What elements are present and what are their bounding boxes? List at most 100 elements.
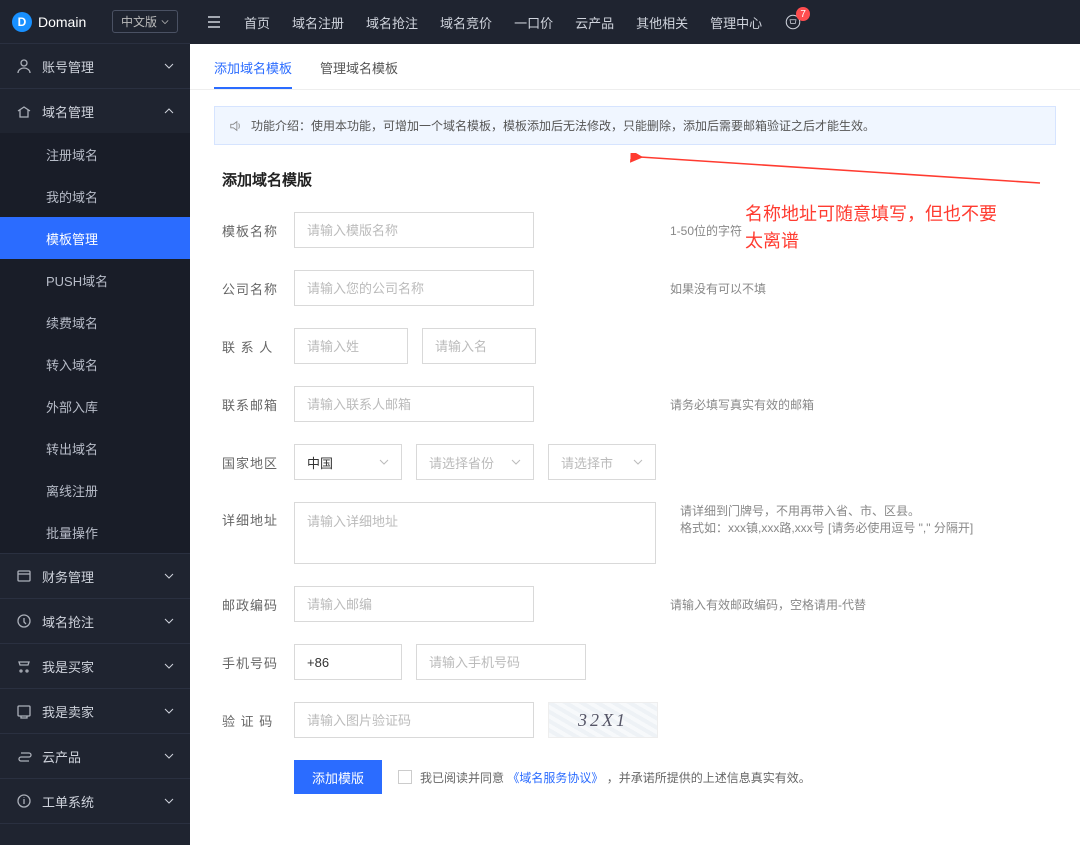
sidebar-group-1[interactable]: 域名管理 <box>0 89 190 133</box>
sidebar-group-label: 工单系统 <box>42 792 94 811</box>
topnav-home[interactable]: 首页 <box>244 13 270 32</box>
sidebar-group-icon <box>16 748 32 764</box>
sidebar-group-label: 域名管理 <box>42 102 94 121</box>
sidebar-group-icon <box>16 103 32 119</box>
chevron-down-icon <box>161 18 169 26</box>
topnav-cloud[interactable]: 云产品 <box>575 13 614 32</box>
sidebar-group-icon <box>16 613 32 629</box>
select-city[interactable]: 请选择市 <box>548 444 656 480</box>
topnav-other[interactable]: 其他相关 <box>636 13 688 32</box>
sidebar-item-2[interactable]: 模板管理 <box>0 217 190 259</box>
agreement: 我已阅读并同意 《域名服务协议》 ，并承诺所提供的上述信息真实有效。 <box>398 769 811 786</box>
notice-banner: 功能介绍：使用本功能，可增加一个域名模板，模板添加后无法修改，只能删除，添加后需… <box>214 106 1056 145</box>
tab-manage-template[interactable]: 管理域名模板 <box>320 58 398 89</box>
topnav-auction[interactable]: 域名竞价 <box>440 13 492 32</box>
sidebar-group-2[interactable]: 财务管理 <box>0 554 190 598</box>
chevron-down-icon <box>164 796 174 806</box>
brand-bar: D Domain 中文版 <box>0 0 190 44</box>
label-company: 公司名称 <box>222 279 294 298</box>
input-captcha[interactable] <box>294 702 534 738</box>
submit-button[interactable]: 添加模版 <box>294 760 382 794</box>
label-address: 详细地址 <box>222 502 294 529</box>
hint-postcode: 请输入有效邮政编码，空格请用-代替 <box>670 596 1048 613</box>
sidebar-group-label: 我是卖家 <box>42 702 94 721</box>
sidebar-group-label: 我是买家 <box>42 657 94 676</box>
content: 添加域名模板 管理域名模板 功能介绍：使用本功能，可增加一个域名模板，模板添加后… <box>190 44 1080 845</box>
sidebar-group-0[interactable]: 账号管理 <box>0 44 190 88</box>
chevron-down-icon <box>164 706 174 716</box>
sidebar-group-label: 云产品 <box>42 747 81 766</box>
notice-text: 功能介绍：使用本功能，可增加一个域名模板，模板添加后无法修改，只能删除，添加后需… <box>251 117 875 134</box>
chevron-down-icon <box>633 457 643 467</box>
topnav-register[interactable]: 域名注册 <box>292 13 344 32</box>
topnav-fixed[interactable]: 一口价 <box>514 13 553 32</box>
sidebar-item-8[interactable]: 离线注册 <box>0 469 190 511</box>
label-phone: 手机号码 <box>222 653 294 672</box>
sidebar-item-5[interactable]: 转入域名 <box>0 343 190 385</box>
brand-name: Domain <box>38 14 86 30</box>
sidebar-group-7[interactable]: 工单系统 <box>0 779 190 823</box>
tabs: 添加域名模板 管理域名模板 <box>190 44 1080 90</box>
label-captcha: 验 证 码 <box>222 711 294 730</box>
sidebar-item-3[interactable]: PUSH域名 <box>0 259 190 301</box>
sidebar-group-icon <box>16 58 32 74</box>
cart-button[interactable]: 7 <box>784 13 802 31</box>
sidebar-item-9[interactable]: 批量操作 <box>0 511 190 553</box>
topnav-snatch[interactable]: 域名抢注 <box>366 13 418 32</box>
form: 名称地址可随意填写，但也不要 太离谱 添加域名模版 模板名称 1-50位的字符 … <box>190 145 1080 834</box>
input-company[interactable] <box>294 270 534 306</box>
language-selector[interactable]: 中文版 <box>112 10 178 33</box>
hint-email: 请务必填写真实有效的邮箱 <box>670 396 1048 413</box>
captcha-image[interactable]: 32X1 <box>548 702 658 738</box>
input-postcode[interactable] <box>294 586 534 622</box>
input-address[interactable] <box>294 502 656 564</box>
sidebar-item-0[interactable]: 注册域名 <box>0 133 190 175</box>
select-province[interactable]: 请选择省份 <box>416 444 534 480</box>
sidebar-group-5[interactable]: 我是卖家 <box>0 689 190 733</box>
menu-toggle-icon[interactable] <box>206 14 222 30</box>
chevron-down-icon <box>164 61 174 71</box>
sidebar-group-3[interactable]: 域名抢注 <box>0 599 190 643</box>
sidebar-item-7[interactable]: 转出域名 <box>0 427 190 469</box>
chevron-down-icon <box>164 661 174 671</box>
input-firstname[interactable] <box>422 328 536 364</box>
sidebar-group-6[interactable]: 云产品 <box>0 734 190 778</box>
sidebar-group-icon <box>16 793 32 809</box>
input-phone[interactable] <box>416 644 586 680</box>
sidebar-item-1[interactable]: 我的域名 <box>0 175 190 217</box>
chevron-up-icon <box>164 106 174 116</box>
input-email[interactable] <box>294 386 534 422</box>
sidebar-group-icon <box>16 658 32 674</box>
agreement-pre: 我已阅读并同意 <box>420 771 504 785</box>
label-email: 联系邮箱 <box>222 395 294 414</box>
sidebar-item-6[interactable]: 外部入库 <box>0 385 190 427</box>
sidebar-item-4[interactable]: 续费域名 <box>0 301 190 343</box>
input-template-name[interactable] <box>294 212 534 248</box>
agreement-link[interactable]: 《域名服务协议》 <box>507 771 603 785</box>
speaker-icon <box>229 119 243 133</box>
agreement-checkbox[interactable] <box>398 770 412 784</box>
brand-logo: D <box>12 12 32 32</box>
sidebar-group-icon <box>16 568 32 584</box>
topnav-manage[interactable]: 管理中心 <box>710 13 762 32</box>
form-title: 添加域名模版 <box>222 169 1048 190</box>
chevron-down-icon <box>379 457 389 467</box>
select-country[interactable]: 中国 <box>294 444 402 480</box>
select-city-placeholder: 请选择市 <box>561 453 613 472</box>
label-contact: 联 系 人 <box>222 337 294 356</box>
sidebar-group-label: 域名抢注 <box>42 612 94 631</box>
chevron-down-icon <box>164 571 174 581</box>
main: 首页 域名注册 域名抢注 域名竞价 一口价 云产品 其他相关 管理中心 7 添加… <box>190 0 1080 845</box>
label-postcode: 邮政编码 <box>222 595 294 614</box>
sidebar-group-label: 账号管理 <box>42 57 94 76</box>
sidebar-group-4[interactable]: 我是买家 <box>0 644 190 688</box>
hint-address: 请详细到门牌号，不用再带入省、市、区县。 格式如：xxx镇,xxx路,xxx号 … <box>680 502 1048 536</box>
agreement-post: ，并承诺所提供的上述信息真实有效。 <box>607 771 811 785</box>
input-lastname[interactable] <box>294 328 408 364</box>
topbar: 首页 域名注册 域名抢注 域名竞价 一口价 云产品 其他相关 管理中心 7 <box>190 0 1080 44</box>
select-country-value: 中国 <box>307 453 333 472</box>
tab-add-template[interactable]: 添加域名模板 <box>214 58 292 89</box>
sidebar-group-label: 财务管理 <box>42 567 94 586</box>
input-phone-prefix[interactable] <box>294 644 402 680</box>
chevron-down-icon <box>511 457 521 467</box>
